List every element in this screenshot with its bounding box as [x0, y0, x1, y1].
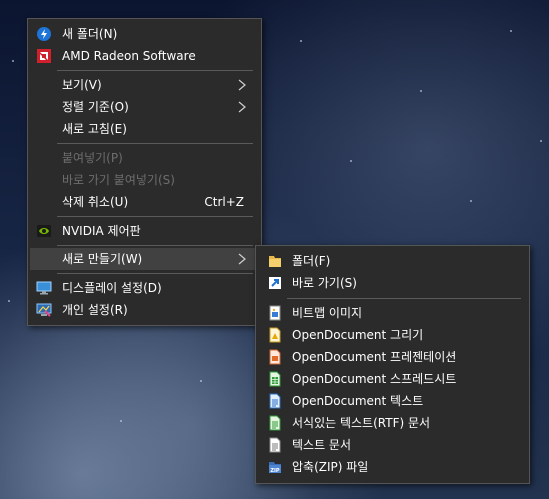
submenu-item-odp[interactable]: OpenDocument 프레젠테이션: [258, 346, 527, 368]
menu-item-label: 새로 만들기(W): [62, 252, 143, 266]
menu-separator: [57, 216, 253, 217]
menu-item-nvidia-control-panel[interactable]: NVIDIA 제어판: [30, 220, 259, 242]
submenu-item-odt[interactable]: OpenDocument 텍스트: [258, 390, 527, 412]
menu-item-refresh[interactable]: 새로 고침(E): [30, 118, 259, 140]
menu-item-label: 바로 가기 붙여넣기(S): [62, 173, 175, 187]
menu-separator: [57, 143, 253, 144]
menu-separator: [57, 245, 253, 246]
menu-item-label: OpenDocument 텍스트: [292, 394, 424, 408]
menu-item-label: 붙여넣기(P): [62, 151, 123, 165]
new-folder-icon: [36, 26, 52, 42]
menu-item-display-settings[interactable]: 디스플레이 설정(D): [30, 277, 259, 299]
amd-radeon-icon: [36, 48, 52, 64]
odg-icon: [267, 327, 283, 343]
menu-item-paste[interactable]: 붙여넣기(P): [30, 147, 259, 169]
submenu-item-zip[interactable]: ZIP 압축(ZIP) 파일: [258, 456, 527, 478]
menu-item-label: 보기(V): [62, 78, 102, 92]
ods-icon: [267, 371, 283, 387]
odt-icon: [267, 393, 283, 409]
submenu-item-odg[interactable]: OpenDocument 그리기: [258, 324, 527, 346]
submenu-item-shortcut[interactable]: 바로 가기(S): [258, 272, 527, 294]
submenu-item-text-document[interactable]: 텍스트 문서: [258, 434, 527, 456]
menu-item-label: 디스플레이 설정(D): [62, 281, 162, 295]
menu-item-label: AMD Radeon Software: [62, 49, 196, 63]
menu-item-label: 바로 가기(S): [292, 276, 357, 290]
menu-item-new[interactable]: 새로 만들기(W): [30, 248, 259, 270]
menu-item-label: OpenDocument 그리기: [292, 328, 424, 342]
personalize-icon: [36, 302, 52, 318]
menu-item-label: 텍스트 문서: [292, 438, 352, 452]
text-document-icon: [267, 437, 283, 453]
menu-item-label: 삭제 취소(U): [62, 195, 129, 209]
menu-item-view[interactable]: 보기(V): [30, 74, 259, 96]
submenu-item-ods[interactable]: OpenDocument 스프레드시트: [258, 368, 527, 390]
folder-icon: [267, 253, 283, 269]
menu-item-label: NVIDIA 제어판: [62, 224, 141, 238]
menu-item-personalize[interactable]: 개인 설정(R): [30, 299, 259, 321]
nvidia-icon: [36, 223, 52, 239]
shortcut-hint: Ctrl+Z: [204, 195, 244, 209]
menu-item-label: 정렬 기준(O): [62, 100, 129, 114]
submenu-item-rtf[interactable]: 서식있는 텍스트(RTF) 문서: [258, 412, 527, 434]
menu-item-undo-delete[interactable]: 삭제 취소(U) Ctrl+Z: [30, 191, 259, 213]
svg-text:ZIP: ZIP: [270, 468, 279, 474]
menu-item-label: 새 폴더(N): [62, 27, 118, 41]
menu-item-label: 비트맵 이미지: [292, 306, 363, 320]
menu-item-amd-radeon[interactable]: AMD Radeon Software: [30, 45, 259, 67]
menu-item-label: 폴더(F): [292, 254, 331, 268]
new-submenu: 폴더(F) 바로 가기(S) 비트맵 이미지 OpenDocument 그리기 …: [255, 245, 530, 484]
menu-item-label: 새로 고침(E): [62, 122, 127, 136]
menu-item-sort-by[interactable]: 정렬 기준(O): [30, 96, 259, 118]
chevron-right-icon: [235, 252, 249, 266]
display-settings-icon: [36, 280, 52, 296]
menu-item-label: 압축(ZIP) 파일: [292, 460, 369, 474]
menu-item-new-folder[interactable]: 새 폴더(N): [30, 23, 259, 45]
submenu-item-folder[interactable]: 폴더(F): [258, 250, 527, 272]
menu-item-label: OpenDocument 프레젠테이션: [292, 350, 457, 364]
menu-item-label: 서식있는 텍스트(RTF) 문서: [292, 416, 431, 430]
menu-separator: [57, 70, 253, 71]
menu-separator: [57, 273, 253, 274]
shortcut-icon: [267, 275, 283, 291]
menu-item-label: 개인 설정(R): [62, 303, 128, 317]
odp-icon: [267, 349, 283, 365]
menu-item-paste-shortcut[interactable]: 바로 가기 붙여넣기(S): [30, 169, 259, 191]
rtf-document-icon: [267, 415, 283, 431]
menu-item-label: OpenDocument 스프레드시트: [292, 372, 457, 386]
zip-file-icon: ZIP: [267, 459, 283, 475]
menu-separator: [287, 298, 521, 299]
chevron-right-icon: [235, 100, 249, 114]
bitmap-image-icon: [267, 305, 283, 321]
desktop-context-menu: 새 폴더(N) AMD Radeon Software 보기(V) 정렬 기준(…: [27, 18, 262, 326]
chevron-right-icon: [235, 78, 249, 92]
submenu-item-bitmap[interactable]: 비트맵 이미지: [258, 302, 527, 324]
